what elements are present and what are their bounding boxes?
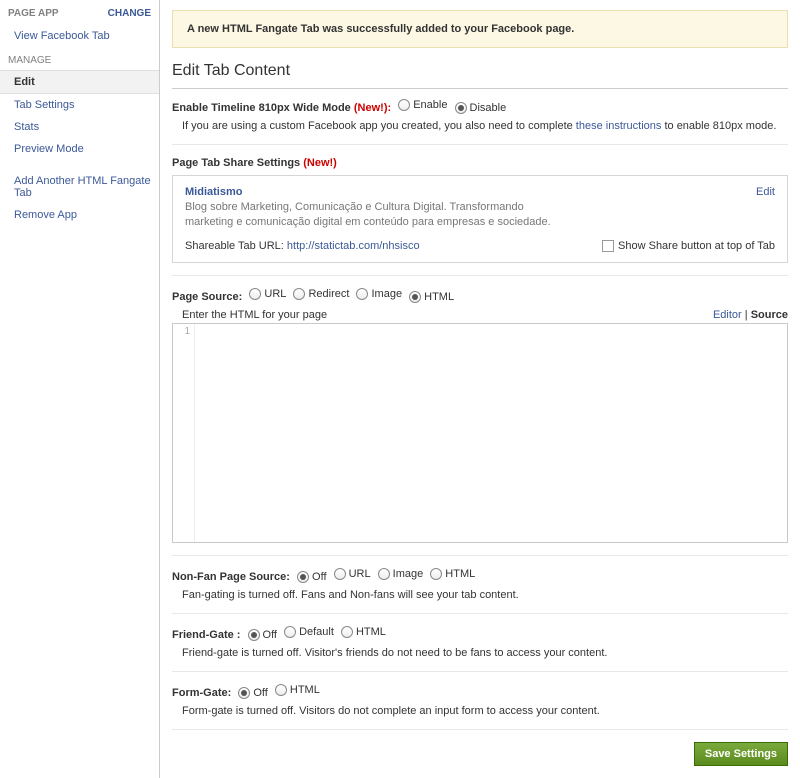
- form-html-radio[interactable]: HTML: [275, 684, 320, 696]
- radio-label: Off: [263, 629, 277, 641]
- change-link[interactable]: CHANGE: [108, 8, 151, 19]
- nonfan-url-radio[interactable]: URL: [334, 568, 371, 580]
- wide-mode-label: Enable Timeline 810px Wide Mode: [172, 102, 351, 114]
- radio-label: URL: [349, 568, 371, 580]
- wide-mode-help-link[interactable]: these instructions: [576, 120, 662, 132]
- radio-label: URL: [264, 288, 286, 300]
- wide-mode-help-prefix: If you are using a custom Facebook app y…: [182, 120, 576, 132]
- page-source-url-radio[interactable]: URL: [249, 288, 286, 300]
- wide-mode-help-suffix: to enable 810px mode.: [661, 120, 776, 132]
- form-label: Form-Gate:: [172, 687, 231, 699]
- nonfan-section: Non-Fan Page Source: Off URL Image HTML …: [172, 568, 788, 614]
- new-badge: (New!):: [354, 102, 391, 114]
- nonfan-off-radio[interactable]: Off: [297, 571, 326, 583]
- new-badge: (New!): [303, 157, 337, 169]
- radio-label: HTML: [356, 626, 386, 638]
- share-section: Page Tab Share Settings (New!) Midiatism…: [172, 157, 788, 276]
- sidebar-manage-label: MANAGE: [0, 47, 159, 70]
- page-source-section: Page Source: URL Redirect Image HTML Ent…: [172, 288, 788, 556]
- source-tab[interactable]: Source: [751, 309, 788, 321]
- share-page-name: Midiatismo: [185, 186, 242, 198]
- friend-help: Friend-gate is turned off. Visitor's fri…: [172, 647, 788, 659]
- radio-label: Redirect: [308, 288, 349, 300]
- friend-gate-section: Friend-Gate : Off Default HTML Friend-ga…: [172, 626, 788, 672]
- sidebar: PAGE APP CHANGE View Facebook Tab MANAGE…: [0, 0, 160, 778]
- radio-label: Disable: [470, 102, 507, 114]
- radio-label: Default: [299, 626, 334, 638]
- friend-default-radio[interactable]: Default: [284, 626, 334, 638]
- share-desc: Blog sobre Marketing, Comunicação e Cult…: [185, 200, 565, 230]
- sidebar-item-stats[interactable]: Stats: [0, 116, 159, 138]
- radio-label: Enable: [413, 99, 447, 111]
- page-source-html-radio[interactable]: HTML: [409, 291, 454, 303]
- nonfan-label: Non-Fan Page Source:: [172, 571, 290, 583]
- wide-mode-section: Enable Timeline 810px Wide Mode (New!): …: [172, 99, 788, 145]
- nonfan-image-radio[interactable]: Image: [378, 568, 424, 580]
- radio-label: Image: [393, 568, 424, 580]
- radio-label: HTML: [290, 684, 320, 696]
- html-editor[interactable]: 1: [172, 323, 788, 543]
- radio-label: HTML: [424, 291, 454, 303]
- friend-off-radio[interactable]: Off: [248, 629, 277, 641]
- radio-label: HTML: [445, 568, 475, 580]
- wide-mode-disable-radio[interactable]: Disable: [455, 102, 507, 114]
- flash-message: A new HTML Fangate Tab was successfully …: [172, 10, 788, 48]
- nonfan-help: Fan-gating is turned off. Fans and Non-f…: [172, 589, 788, 601]
- show-share-checkbox[interactable]: [602, 240, 614, 252]
- save-button[interactable]: Save Settings: [694, 742, 788, 766]
- share-url-label: Shareable Tab URL:: [185, 240, 287, 252]
- sidebar-item-tab-settings[interactable]: Tab Settings: [0, 94, 159, 116]
- sidebar-view-tab[interactable]: View Facebook Tab: [0, 25, 159, 47]
- wide-mode-enable-radio[interactable]: Enable: [398, 99, 447, 111]
- main-content: A new HTML Fangate Tab was successfully …: [160, 0, 800, 778]
- radio-label: Off: [253, 687, 267, 699]
- sidebar-item-remove[interactable]: Remove App: [0, 204, 159, 226]
- sidebar-item-edit[interactable]: Edit: [0, 70, 159, 94]
- page-source-redirect-radio[interactable]: Redirect: [293, 288, 349, 300]
- form-off-radio[interactable]: Off: [238, 687, 267, 699]
- form-help: Form-gate is turned off. Visitors do not…: [172, 705, 788, 717]
- editor-tab[interactable]: Editor: [713, 309, 742, 321]
- share-url[interactable]: http://statictab.com/nhsisco: [287, 240, 420, 252]
- friend-html-radio[interactable]: HTML: [341, 626, 386, 638]
- show-share-label: Show Share button at top of Tab: [618, 240, 775, 252]
- sidebar-header: PAGE APP: [8, 8, 59, 19]
- page-source-image-radio[interactable]: Image: [356, 288, 402, 300]
- friend-label: Friend-Gate :: [172, 629, 240, 641]
- radio-label: Image: [371, 288, 402, 300]
- page-title: Edit Tab Content: [172, 62, 788, 89]
- sidebar-item-preview[interactable]: Preview Mode: [0, 138, 159, 160]
- share-card: Midiatismo Edit Blog sobre Marketing, Co…: [172, 175, 788, 263]
- share-edit-link[interactable]: Edit: [756, 186, 775, 198]
- nonfan-html-radio[interactable]: HTML: [430, 568, 475, 580]
- sidebar-item-add-another[interactable]: Add Another HTML Fangate Tab: [0, 170, 159, 204]
- share-label: Page Tab Share Settings: [172, 157, 300, 169]
- page-source-label: Page Source:: [172, 291, 242, 303]
- line-number: 1: [173, 324, 195, 542]
- radio-label: Off: [312, 571, 326, 583]
- form-gate-section: Form-Gate: Off HTML Form-gate is turned …: [172, 684, 788, 730]
- enter-html-label: Enter the HTML for your page: [182, 309, 327, 321]
